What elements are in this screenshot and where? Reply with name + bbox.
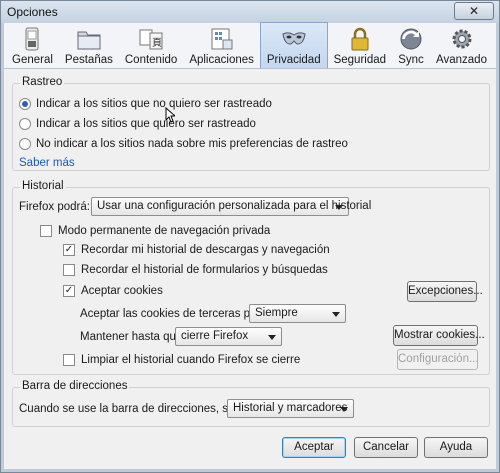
chevron-down-icon <box>340 407 348 412</box>
tab-label: General <box>12 54 53 66</box>
suggest-value: Historial y marcadores <box>233 402 348 414</box>
remember-downloads-row[interactable]: ✓ Recordar mi historial de descargas y n… <box>63 244 330 256</box>
remember-downloads-checkbox[interactable]: ✓ <box>63 244 75 256</box>
padlock-icon <box>351 27 369 51</box>
learn-more-link[interactable]: Saber más <box>19 157 75 169</box>
gear-icon <box>452 29 471 49</box>
private-mode-checkbox-row[interactable]: Modo permanente de navegación privada <box>40 225 270 237</box>
tab-pestanas[interactable]: Pestañas <box>59 22 119 68</box>
accept-cookies-checkbox[interactable]: ✓ <box>63 285 75 297</box>
tab-label: Sync <box>398 54 424 66</box>
remember-forms-checkbox[interactable] <box>63 264 75 276</box>
tracking-option-no-track[interactable]: Indicar a los sitios que no quiero ser r… <box>19 98 272 110</box>
mouse-cursor-icon <box>165 107 175 123</box>
keep-until-label-row: Mantener hasta que: <box>80 331 186 343</box>
chevron-down-icon <box>332 312 340 317</box>
tab-seguridad[interactable]: Seguridad <box>328 22 392 68</box>
exceptions-button[interactable]: Excepciones... <box>407 281 483 302</box>
clear-on-close-checkbox[interactable] <box>63 354 75 366</box>
keep-until-value: cierre Firefox <box>181 330 249 342</box>
accept-cookies-row[interactable]: ✓ Aceptar cookies <box>63 285 163 297</box>
suggest-select[interactable]: Historial y marcadores <box>227 399 354 418</box>
checkbox-label: Recordar el historial de formularios y b… <box>81 264 328 276</box>
sync-icon <box>400 28 422 50</box>
tab-avanzado[interactable]: Avanzado <box>430 22 493 68</box>
show-cookies-button[interactable]: Mostrar cookies... <box>393 325 485 346</box>
close-button[interactable]: ✕ <box>454 2 494 20</box>
tab-label: Aplicaciones <box>189 54 254 66</box>
checkbox-label: Recordar mi historial de descargas y nav… <box>81 244 330 256</box>
options-window: Opciones ✕ General Pestañas 頁 Contenido … <box>0 0 500 473</box>
switch-icon <box>25 27 39 51</box>
privacy-pane: Rastreo Indicar a los sitios que no quie… <box>4 69 496 469</box>
svg-text:頁: 頁 <box>152 37 162 49</box>
keep-until-label: Mantener hasta que: <box>80 331 186 343</box>
radio-label: Indicar a los sitios que quiero ser rast… <box>36 118 256 130</box>
radio-button[interactable] <box>19 98 31 110</box>
checkbox-label: Aceptar cookies <box>81 285 163 297</box>
chevron-down-icon <box>268 335 276 340</box>
third-party-value: Siempre <box>255 307 298 319</box>
accept-button[interactable]: Aceptar <box>282 437 346 458</box>
history-mode-value: Usar una configuración personalizada par… <box>97 200 372 212</box>
history-mode-select[interactable]: Usar una configuración personalizada par… <box>91 197 371 216</box>
content-icon: 頁 <box>139 29 163 50</box>
tab-label: Privacidad <box>266 54 321 66</box>
learn-more-text[interactable]: Saber más <box>19 157 75 169</box>
clear-on-close-row[interactable]: Limpiar el historial cuando Firefox se c… <box>63 354 300 366</box>
tab-label: Seguridad <box>333 54 387 66</box>
history-group: Historial Firefox podrá: Usar una config… <box>12 180 490 375</box>
address-bar-group-title: Barra de direcciones <box>20 380 130 392</box>
tracking-group-title: Rastreo <box>20 76 65 88</box>
tab-label: Avanzado <box>436 54 487 66</box>
tab-aplicaciones[interactable]: Aplicaciones <box>183 22 260 68</box>
third-party-cookies-select[interactable]: Siempre <box>249 304 346 323</box>
tab-general[interactable]: General <box>6 22 59 68</box>
mask-icon <box>282 32 306 45</box>
chevron-down-icon <box>335 205 343 210</box>
tab-sync[interactable]: Sync <box>392 22 430 68</box>
keep-until-select[interactable]: cierre Firefox <box>175 327 282 346</box>
tab-label: Contenido <box>124 54 178 66</box>
preferences-toolbar: General Pestañas 頁 Contenido Aplicacione… <box>4 22 496 69</box>
window-title: Opciones <box>7 5 58 19</box>
radio-button[interactable] <box>19 118 31 130</box>
tab-privacidad[interactable]: Privacidad <box>259 22 328 68</box>
suggest-label-row: Cuando se use la barra de direcciones, s… <box>19 403 261 415</box>
tab-contenido[interactable]: 頁 Contenido <box>119 22 183 68</box>
suggest-label: Cuando se use la barra de direcciones, s… <box>19 403 261 415</box>
tab-label: Pestañas <box>64 54 113 66</box>
radio-label: Indicar a los sitios que no quiero ser r… <box>36 98 272 110</box>
tracking-option-nothing[interactable]: No indicar a los sitios nada sobre mis p… <box>19 138 348 150</box>
applications-icon <box>211 28 233 50</box>
private-mode-checkbox[interactable] <box>40 225 52 237</box>
firefox-will-label-row: Firefox podrá: <box>19 201 90 213</box>
address-bar-group: Barra de direcciones Cuando se use la ba… <box>12 380 490 427</box>
radio-label: No indicar a los sitios nada sobre mis p… <box>36 138 348 150</box>
cancel-button[interactable]: Cancelar <box>354 437 418 458</box>
title-bar: Opciones ✕ <box>1 1 499 23</box>
remember-forms-row[interactable]: Recordar el historial de formularios y b… <box>63 264 328 276</box>
tracking-group: Rastreo Indicar a los sitios que no quie… <box>12 76 490 171</box>
checkbox-label: Modo permanente de navegación privada <box>58 225 271 237</box>
firefox-will-label: Firefox podrá: <box>19 201 90 213</box>
tracking-option-track[interactable]: Indicar a los sitios que quiero ser rast… <box>19 118 256 130</box>
help-button[interactable]: Ayuda <box>424 437 488 458</box>
settings-button[interactable]: Configuración... <box>397 349 479 370</box>
checkbox-label: Limpiar el historial cuando Firefox se c… <box>81 354 301 366</box>
history-group-title: Historial <box>20 180 66 192</box>
radio-button[interactable] <box>19 138 31 150</box>
folder-tabs-icon <box>77 31 101 50</box>
